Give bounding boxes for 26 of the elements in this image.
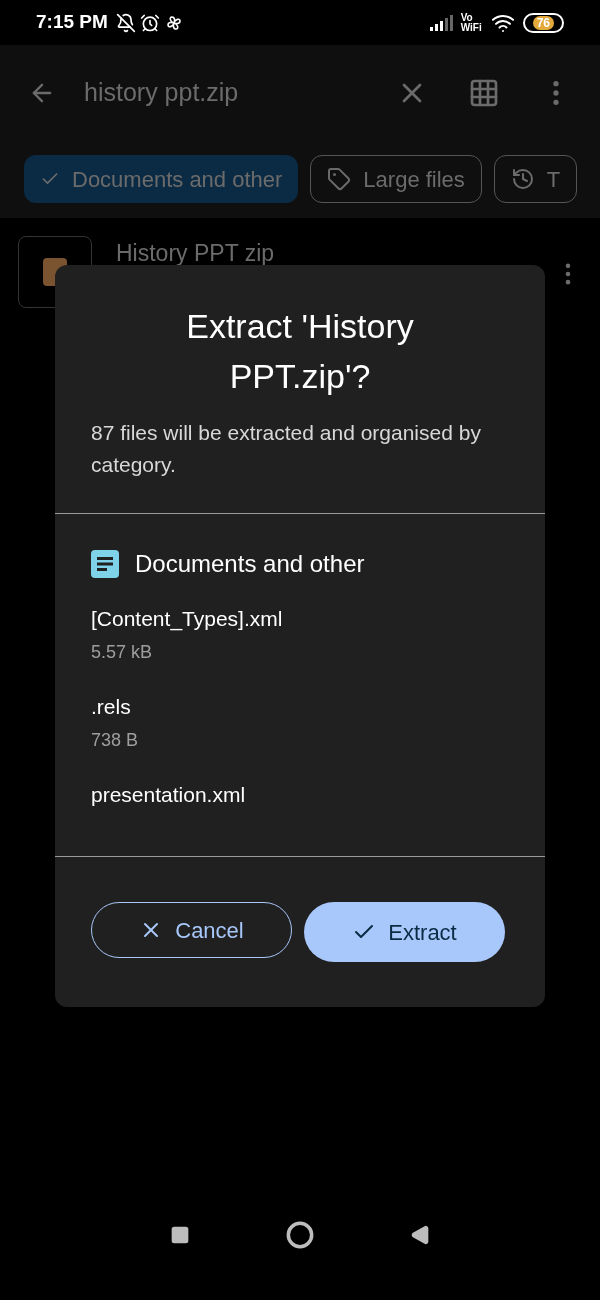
history-icon — [510, 167, 535, 191]
file-size: 738 B — [91, 729, 140, 752]
recents-button[interactable] — [170, 1225, 190, 1245]
document-icon — [91, 550, 119, 578]
muted-bell-icon — [115, 12, 136, 33]
filter-chip[interactable]: Documents and other — [24, 155, 299, 203]
alarm-icon — [139, 12, 160, 33]
dialog-message: 87 files will be extracted and organised by category. — [91, 420, 482, 478]
back-nav-button[interactable] — [410, 1225, 430, 1245]
tag-icon — [327, 167, 352, 191]
network-label: Vo WiFi — [460, 12, 483, 33]
file-name: .rels — [91, 694, 132, 720]
filter-chip[interactable]: Large files — [310, 155, 482, 203]
file-name: History PPT zip — [116, 239, 275, 268]
extract-button[interactable]: Extract — [304, 902, 505, 962]
dialog-title: Extract 'History PPT.zip'? — [185, 306, 415, 397]
status-time: 7:15 PM — [36, 10, 108, 35]
file-name: presentation.xml — [91, 782, 247, 808]
file-size: 5.57 kB — [91, 641, 154, 664]
filter-chip[interactable]: T — [493, 155, 578, 203]
file-name: [Content_Types].xml — [91, 606, 284, 633]
signal-icon — [428, 14, 453, 31]
home-button[interactable] — [286, 1221, 314, 1249]
search-field[interactable]: history ppt.zip — [84, 73, 396, 112]
battery-icon: 76 — [522, 12, 564, 33]
section-title: Documents and other — [135, 549, 365, 579]
